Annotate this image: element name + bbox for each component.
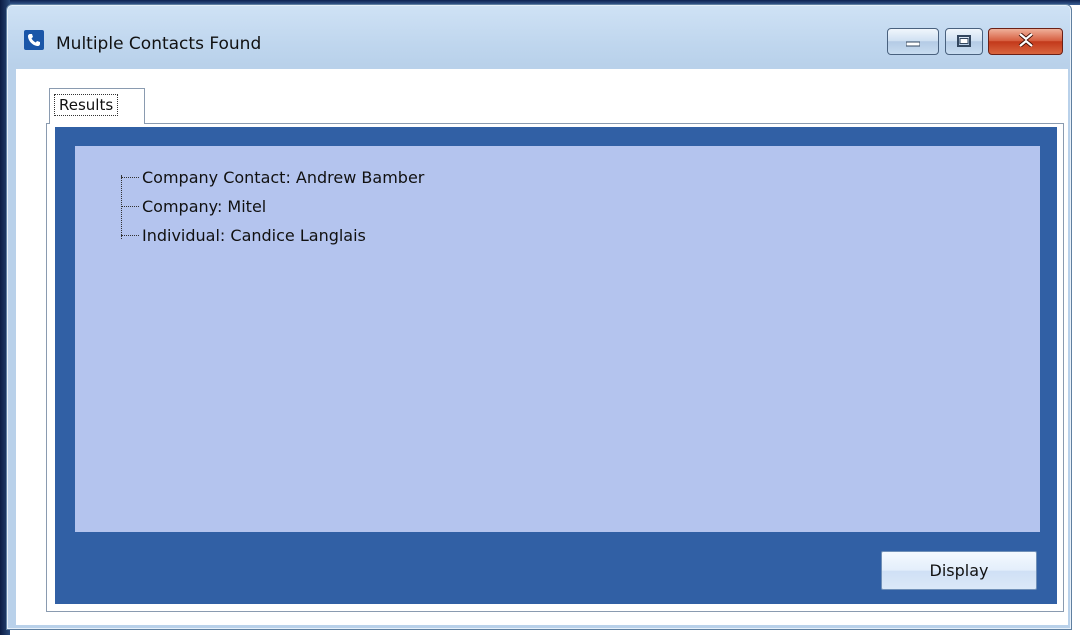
tree-item-label: Individual: Candice Langlais	[142, 225, 366, 245]
maximize-icon	[957, 32, 971, 51]
minimize-icon	[905, 32, 921, 51]
close-button[interactable]	[988, 28, 1063, 55]
window-title: Multiple Contacts Found	[56, 34, 262, 54]
tab-results[interactable]: Results	[49, 88, 145, 124]
tree-item-individual[interactable]: Individual: Candice Langlais	[121, 223, 366, 247]
minimize-button[interactable]	[887, 28, 939, 55]
tree-branch-line	[121, 205, 139, 207]
maximize-button[interactable]	[945, 28, 983, 55]
tree-item-company[interactable]: Company: Mitel	[121, 194, 266, 218]
display-button[interactable]: Display	[881, 551, 1037, 590]
tree-item-label: Company: Mitel	[142, 196, 267, 216]
tree-branch-line	[121, 176, 139, 178]
tree-item-label: Company Contact: Andrew Bamber	[142, 167, 425, 187]
tab-results-label: Results	[54, 94, 119, 116]
phone-icon	[24, 30, 44, 50]
tree-item-company-contact[interactable]: Company Contact: Andrew Bamber	[121, 165, 424, 189]
tree-branch-line	[121, 234, 139, 236]
close-icon	[1018, 32, 1034, 51]
